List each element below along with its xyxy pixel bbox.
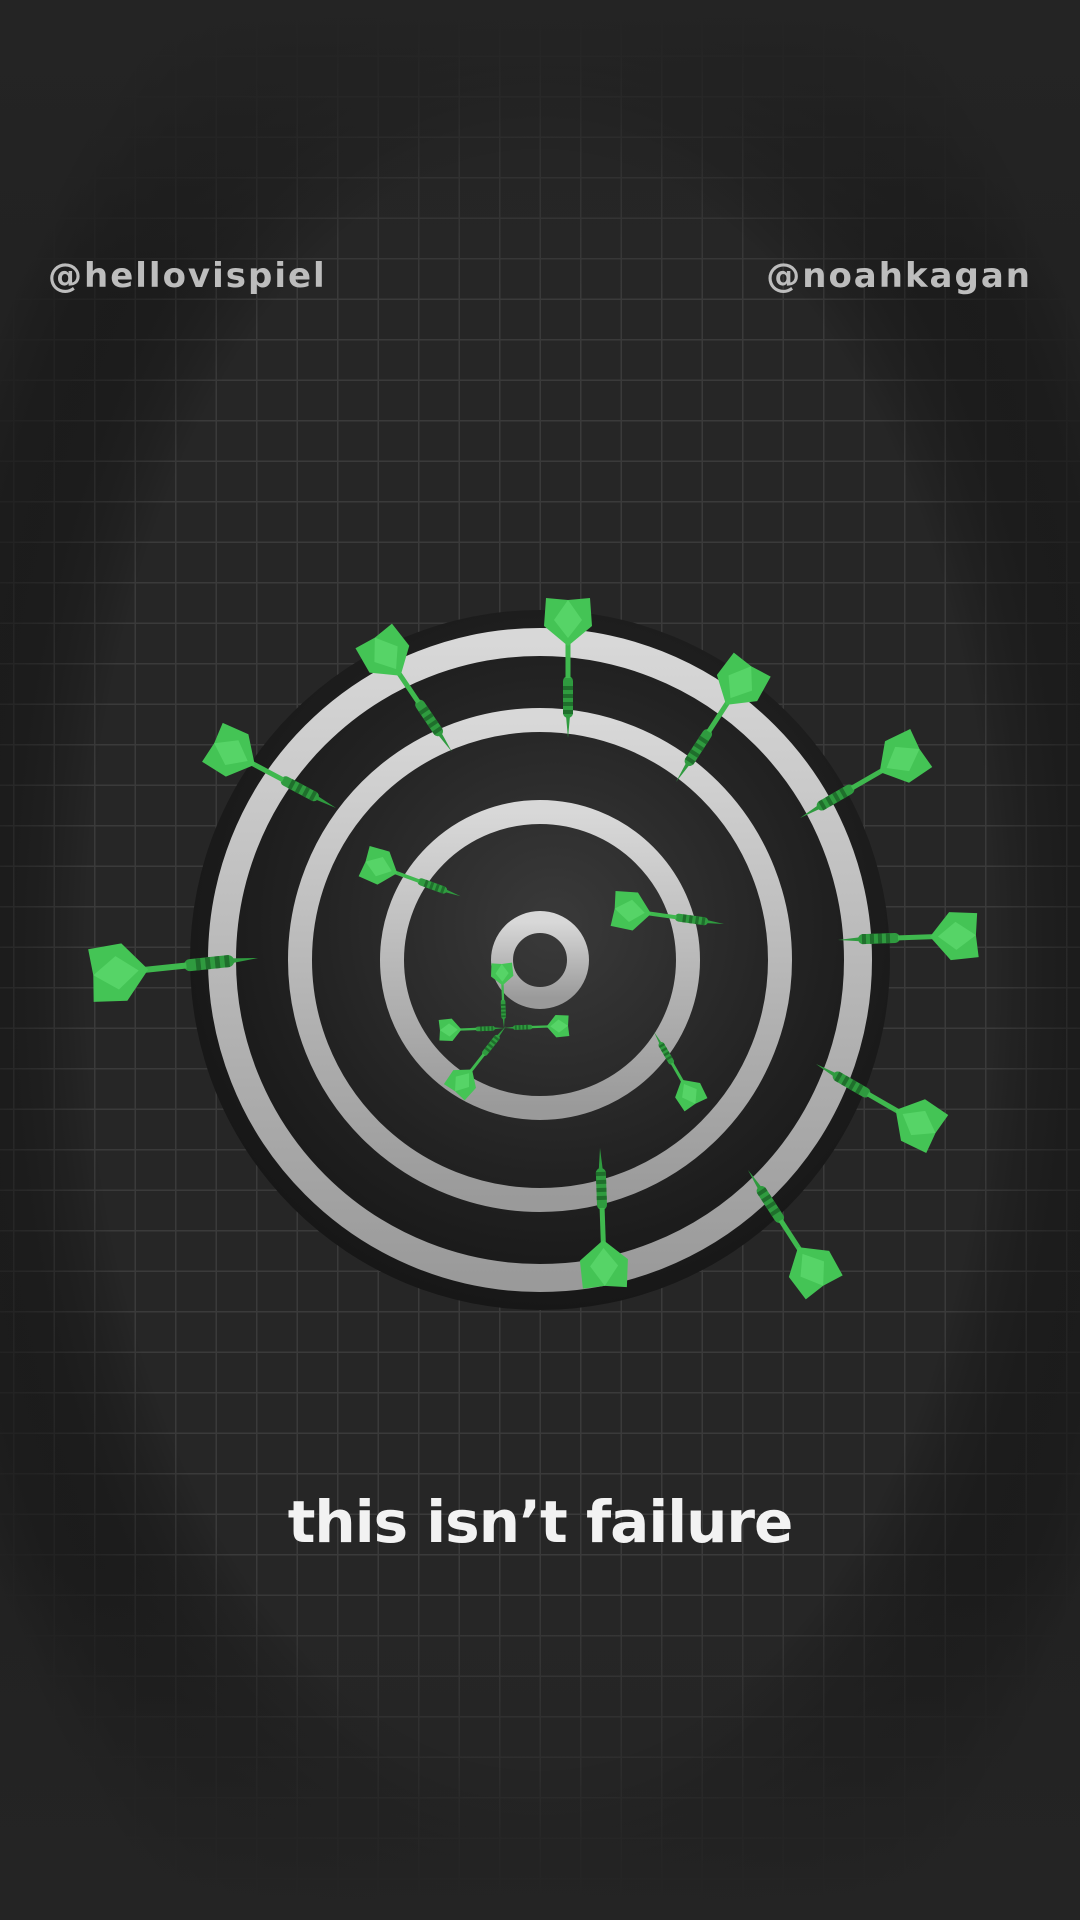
caption-text: this isn’t failure	[287, 1488, 794, 1556]
dartboard-illustration	[87, 598, 979, 1310]
target-icon	[190, 610, 890, 1310]
story-frame: @hellovispiel @noahkagan this isn’t fail…	[0, 0, 1080, 1920]
